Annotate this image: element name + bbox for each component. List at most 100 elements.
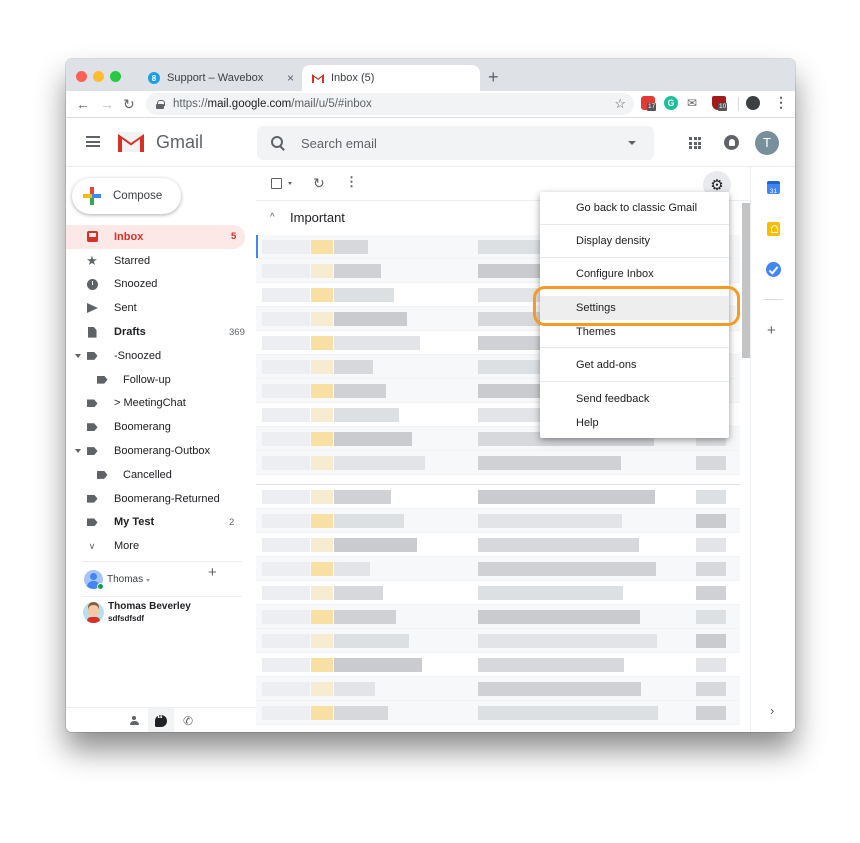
blurred-email-content: [311, 312, 333, 326]
hangouts-bottom-bar: ✆: [66, 707, 256, 732]
menu-item-settings[interactable]: Settings: [540, 296, 729, 320]
menu-item-themes[interactable]: Themes: [540, 326, 729, 338]
expand-caret-icon[interactable]: [75, 449, 81, 454]
search-input[interactable]: Search email: [257, 126, 654, 160]
sidebar-item-boomerang-returned[interactable]: Boomerang-Returned: [66, 487, 256, 511]
email-row[interactable]: [256, 653, 740, 677]
sidebar-item-drafts[interactable]: Drafts 369: [66, 320, 256, 344]
sidebar-item-boomerang-outbox[interactable]: Boomerang-Outbox: [66, 439, 256, 463]
bookmark-star-icon[interactable]: ☆: [614, 96, 626, 112]
apps-grid-icon[interactable]: [689, 137, 701, 149]
blurred-email-content: [311, 562, 333, 576]
new-tab-button[interactable]: +: [488, 67, 499, 87]
email-row[interactable]: [256, 677, 740, 701]
close-window-button[interactable]: [76, 71, 87, 82]
sidebar-item-starred[interactable]: ★ Starred: [66, 249, 256, 273]
reload-icon[interactable]: ↻: [123, 95, 135, 113]
email-row[interactable]: [256, 557, 740, 581]
blurred-email-content: [311, 456, 333, 470]
menu-item-classic-gmail[interactable]: Go back to classic Gmail: [540, 202, 729, 214]
hangouts-user-menu[interactable]: Thomas: [84, 568, 254, 592]
search-icon[interactable]: [271, 136, 285, 150]
close-tab-icon[interactable]: ×: [287, 71, 294, 85]
profile-extension-icon[interactable]: [746, 96, 760, 110]
menu-item-get-addons[interactable]: Get add-ons: [540, 359, 729, 371]
sidebar-item-cancelled[interactable]: Cancelled: [66, 463, 256, 487]
email-row[interactable]: [256, 581, 740, 605]
calendar-icon[interactable]: 31: [767, 181, 780, 195]
more-actions-icon[interactable]: ⋮: [345, 174, 358, 190]
minimize-window-button[interactable]: [93, 71, 104, 82]
menu-item-send-feedback[interactable]: Send feedback: [540, 393, 729, 405]
back-arrow-icon[interactable]: ←: [76, 95, 90, 113]
menu-item-help[interactable]: Help: [540, 417, 729, 429]
add-contact-button[interactable]: +: [208, 564, 217, 581]
blurred-email-content: [696, 514, 726, 528]
sidebar-item-inbox[interactable]: Inbox 5: [66, 225, 245, 249]
account-avatar[interactable]: T: [755, 131, 779, 155]
email-row[interactable]: [256, 629, 740, 653]
grammarly-extension-icon[interactable]: G: [664, 96, 678, 110]
email-row[interactable]: [256, 509, 740, 533]
blurred-email-content: [262, 432, 310, 446]
blurred-email-content: [334, 408, 399, 422]
sidebar-item-my-test[interactable]: My Test 2: [66, 511, 256, 535]
tasks-icon[interactable]: [766, 262, 781, 277]
sidebar-item-sent[interactable]: Sent: [66, 296, 256, 320]
email-row[interactable]: [256, 485, 740, 509]
main-menu-icon[interactable]: [86, 136, 100, 147]
sidebar-item-boomerang[interactable]: Boomerang: [66, 415, 256, 439]
phone-tab[interactable]: ✆: [175, 708, 201, 732]
gmail-logo[interactable]: [118, 132, 144, 152]
blurred-email-content: [334, 682, 375, 696]
keep-icon[interactable]: [767, 222, 780, 236]
maximize-window-button[interactable]: [110, 71, 121, 82]
search-options-caret-icon[interactable]: [628, 141, 636, 145]
menu-divider: [540, 224, 729, 225]
mail-checker-extension-icon[interactable]: ✉: [687, 96, 701, 110]
select-all-checkbox[interactable]: [271, 178, 282, 189]
address-bar[interactable]: https://mail.google.com/mail/u/5/#inbox …: [146, 93, 634, 115]
email-row[interactable]: [256, 533, 740, 557]
blurred-email-content: [334, 312, 407, 326]
contacts-tab[interactable]: [121, 708, 147, 732]
scrollbar[interactable]: [742, 203, 750, 358]
tab-inbox[interactable]: Inbox (5): [302, 65, 480, 91]
tab-support-wavebox[interactable]: 8 Support – Wavebox ×: [134, 65, 304, 91]
sidebar-item-snoozed[interactable]: Snoozed: [66, 273, 256, 297]
notifications-icon[interactable]: [724, 135, 739, 150]
compose-button[interactable]: Compose: [72, 178, 181, 214]
expand-caret-icon[interactable]: [75, 353, 81, 358]
select-options-caret-icon[interactable]: [288, 182, 292, 185]
sidebar-item-more[interactable]: ∨ More: [66, 534, 256, 558]
get-addons-button[interactable]: +: [767, 322, 776, 339]
menu-item-configure-inbox[interactable]: Configure Inbox: [540, 268, 729, 280]
sidebar-item-label: Boomerang: [114, 421, 171, 434]
email-row[interactable]: [256, 451, 740, 475]
email-row[interactable]: [256, 605, 740, 629]
browser-menu-icon[interactable]: ⋮: [774, 94, 788, 111]
blurred-email-content: [262, 456, 310, 470]
expand-panel-icon[interactable]: ›: [770, 703, 774, 718]
hangouts-contact[interactable]: Thomas Beverley sdfsdfsdf: [83, 601, 253, 629]
blurred-email-content: [696, 538, 726, 552]
ublock-extension-icon[interactable]: 10: [712, 96, 728, 111]
refresh-icon[interactable]: ↻: [313, 175, 325, 192]
blurred-email-content: [262, 408, 310, 422]
blurred-email-content: [262, 360, 310, 374]
collapse-chevron-icon[interactable]: ^: [270, 212, 275, 223]
hangouts-chat-tab[interactable]: [148, 708, 174, 732]
blurred-email-content: [478, 456, 621, 470]
blurred-email-content: [311, 384, 333, 398]
search-placeholder: Search email: [301, 135, 377, 151]
email-row[interactable]: [256, 701, 740, 725]
sidebar-item-meetingchat[interactable]: > MeetingChat: [66, 392, 256, 416]
menu-divider: [540, 381, 729, 382]
sidebar-item-label: Boomerang-Outbox: [114, 445, 210, 458]
sidebar-item-follow-up[interactable]: Follow-up: [66, 368, 256, 392]
forward-arrow-icon[interactable]: →: [100, 95, 114, 113]
menu-item-display-density[interactable]: Display density: [540, 235, 729, 247]
sidebar-item-snoozed-label[interactable]: -Snoozed: [66, 344, 256, 368]
calendar-extension-icon[interactable]: 17: [641, 96, 657, 111]
tab-title: Inbox (5): [331, 72, 375, 84]
